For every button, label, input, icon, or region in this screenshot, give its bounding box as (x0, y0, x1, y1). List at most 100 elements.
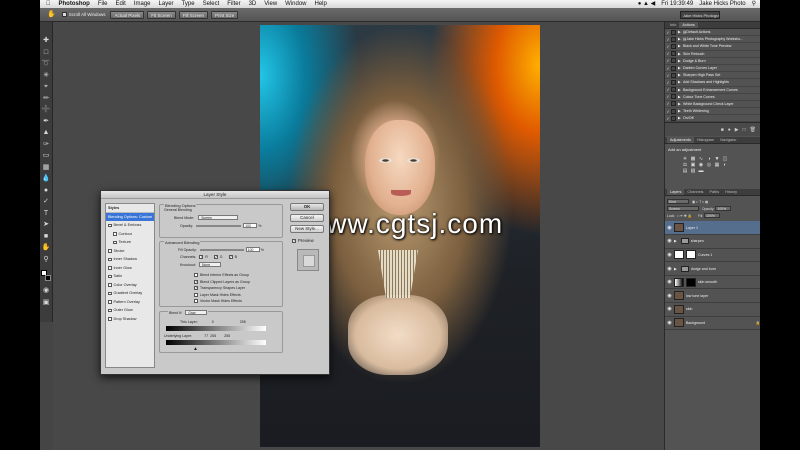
tab-actions[interactable]: Actions (679, 22, 698, 28)
style-item[interactable]: Texture (106, 238, 154, 247)
dialog-toggle-icon[interactable] (671, 72, 676, 78)
visibility-eye-icon[interactable]: ◉ (665, 293, 674, 299)
style-item[interactable]: Inner Glow (106, 264, 154, 273)
style-item[interactable]: Satin (106, 272, 154, 281)
stop-icon[interactable]: ■ (721, 127, 724, 133)
menu-type[interactable]: Type (182, 0, 195, 8)
fill-screen-button[interactable]: Fill Screen (178, 10, 209, 19)
crop-icon[interactable]: ⌖ (42, 82, 51, 91)
action-row[interactable]: ✓ ▶ ▤ Default Actions (665, 29, 760, 37)
action-row[interactable]: ✓ ▶ Black and White Tone Preview (665, 43, 760, 51)
style-checkbox[interactable] (108, 266, 112, 270)
layer-opacity-input[interactable]: 100% (715, 206, 732, 212)
underlying-gradient[interactable] (166, 340, 266, 345)
style-item[interactable]: Bevel & Emboss (106, 221, 154, 230)
blend-if-select[interactable]: Gray (185, 310, 208, 315)
blur-icon[interactable]: 💧 (42, 174, 51, 183)
action-row[interactable]: ✓ ▶ Dodge & Burn (665, 58, 760, 65)
tab-history[interactable]: History (722, 189, 740, 195)
menu-3d[interactable]: 3D (249, 0, 257, 8)
new-set-icon[interactable]: □ (743, 127, 746, 133)
visibility-eye-icon[interactable]: ◉ (665, 225, 674, 231)
style-checkbox[interactable] (108, 291, 112, 295)
ok-button[interactable]: OK (290, 203, 324, 211)
new-style-button[interactable]: New Style... (290, 225, 324, 233)
action-row[interactable]: ✓ ▶ Add Shadows and Highlights (665, 79, 760, 87)
brush-icon[interactable]: ✒ (42, 117, 51, 126)
style-checkbox[interactable] (108, 308, 112, 312)
action-row[interactable]: ✓ ▶ Sharpen High Pass Set (665, 72, 760, 80)
style-item[interactable]: Outer Glow (106, 306, 154, 315)
move-icon[interactable]: ✚ (42, 36, 51, 45)
tab-info[interactable]: Info (667, 22, 679, 28)
dialog-toggle-icon[interactable] (671, 36, 676, 42)
layer-row[interactable]: ◉ Layer 1 (665, 221, 760, 236)
action-row[interactable]: ✓ ▶ Colour Tone Curves (665, 94, 760, 101)
color-swatches[interactable] (41, 270, 51, 282)
style-item[interactable]: Gradient Overlay (106, 289, 154, 298)
opacity-slider[interactable] (196, 224, 242, 227)
apple-icon[interactable]:  (46, 0, 51, 8)
fill-opacity-input[interactable]: 100 (245, 247, 260, 252)
tab-navigator[interactable]: Navigator (717, 137, 739, 143)
knockout-select[interactable]: None (198, 262, 221, 267)
dialog-title[interactable]: Layer Style (101, 191, 329, 199)
dialog-toggle-icon[interactable] (671, 94, 676, 100)
style-checkbox[interactable] (108, 317, 112, 321)
filter-icons[interactable]: ▣ ◐ T □ ▦ (692, 200, 708, 204)
dialog-toggle-icon[interactable] (671, 79, 676, 85)
shape-icon[interactable]: ■ (42, 232, 51, 241)
dialog-toggle-icon[interactable] (671, 87, 676, 93)
pen-icon[interactable]: ✓ (42, 197, 51, 206)
style-item[interactable]: Inner Shadow (106, 255, 154, 264)
menu-filter[interactable]: Filter (227, 0, 240, 8)
advanced-checkbox[interactable] (194, 292, 198, 297)
layer-row[interactable]: ◉ Curves 1 (665, 249, 760, 263)
style-checkbox[interactable] (108, 257, 112, 261)
dialog-toggle-icon[interactable] (671, 65, 676, 71)
lock-icons[interactable]: □ ✒ ✚ 🔒 (677, 214, 692, 218)
quick-mask-icon[interactable]: ◉ (42, 286, 51, 295)
invert-icon[interactable]: ◐ (721, 162, 729, 168)
layer-blend-mode-select[interactable]: Screen (667, 206, 699, 212)
style-checkbox[interactable] (108, 223, 112, 227)
history-brush-icon[interactable]: ✑ (42, 140, 51, 149)
tab-channels[interactable]: Channels (684, 189, 706, 195)
path-select-icon[interactable]: ➤ (42, 220, 51, 229)
tab-layers[interactable]: Layers (667, 189, 685, 196)
advanced-checkbox[interactable]: ✓ (194, 286, 198, 291)
actual-pixels-button[interactable]: Actual Pixels (110, 10, 145, 19)
tab-histogram[interactable]: Histogram (694, 137, 717, 143)
styles-header[interactable]: Styles (106, 204, 154, 213)
preview-checkbox[interactable]: ✓ (292, 238, 296, 243)
eyedropper-icon[interactable]: ✏ (42, 94, 51, 103)
layer-row[interactable]: ◉ ▶ dodge and burn (665, 262, 760, 276)
menu-file[interactable]: File (98, 0, 108, 8)
action-row[interactable]: ✓ ▶ Skin Retouch (665, 51, 760, 58)
menu-image[interactable]: Image (134, 0, 151, 8)
layer-row[interactable]: ◉ Background 🔒 (665, 317, 760, 331)
quick-select-icon[interactable]: ✳ (42, 71, 51, 80)
layer-row[interactable]: ◉ low tone layer (665, 289, 760, 303)
layer-row[interactable]: ◉ skin (665, 303, 760, 317)
advanced-checkbox[interactable] (194, 273, 198, 278)
status-icons[interactable]: ● ▲ ◀ (638, 0, 656, 8)
advanced-checkbox[interactable] (194, 299, 198, 304)
hand-tool-icon[interactable]: ✋ (44, 11, 59, 19)
layer-filter-select[interactable]: Kind (667, 199, 689, 205)
play-icon[interactable]: ▶ (735, 127, 739, 133)
gradient-map-icon[interactable]: ▬ (697, 168, 705, 174)
dialog-toggle-icon[interactable] (671, 108, 676, 114)
menu-window[interactable]: Window (285, 0, 306, 8)
action-row[interactable]: ✓ ▶ Background Enhancement Curves (665, 87, 760, 94)
dialog-toggle-icon[interactable] (671, 58, 676, 64)
user-name[interactable]: Jake Hicks Photo (699, 0, 745, 8)
style-checkbox[interactable] (113, 240, 117, 244)
style-checkbox[interactable] (108, 283, 112, 287)
fit-screen-button[interactable]: Fit Screen (147, 10, 176, 19)
visibility-eye-icon[interactable]: ◉ (665, 238, 674, 244)
hand-icon[interactable]: ✋ (42, 243, 51, 252)
menu-view[interactable]: View (264, 0, 277, 8)
print-size-button[interactable]: Print Size (211, 10, 239, 19)
menu-app[interactable]: Photoshop (59, 0, 90, 8)
